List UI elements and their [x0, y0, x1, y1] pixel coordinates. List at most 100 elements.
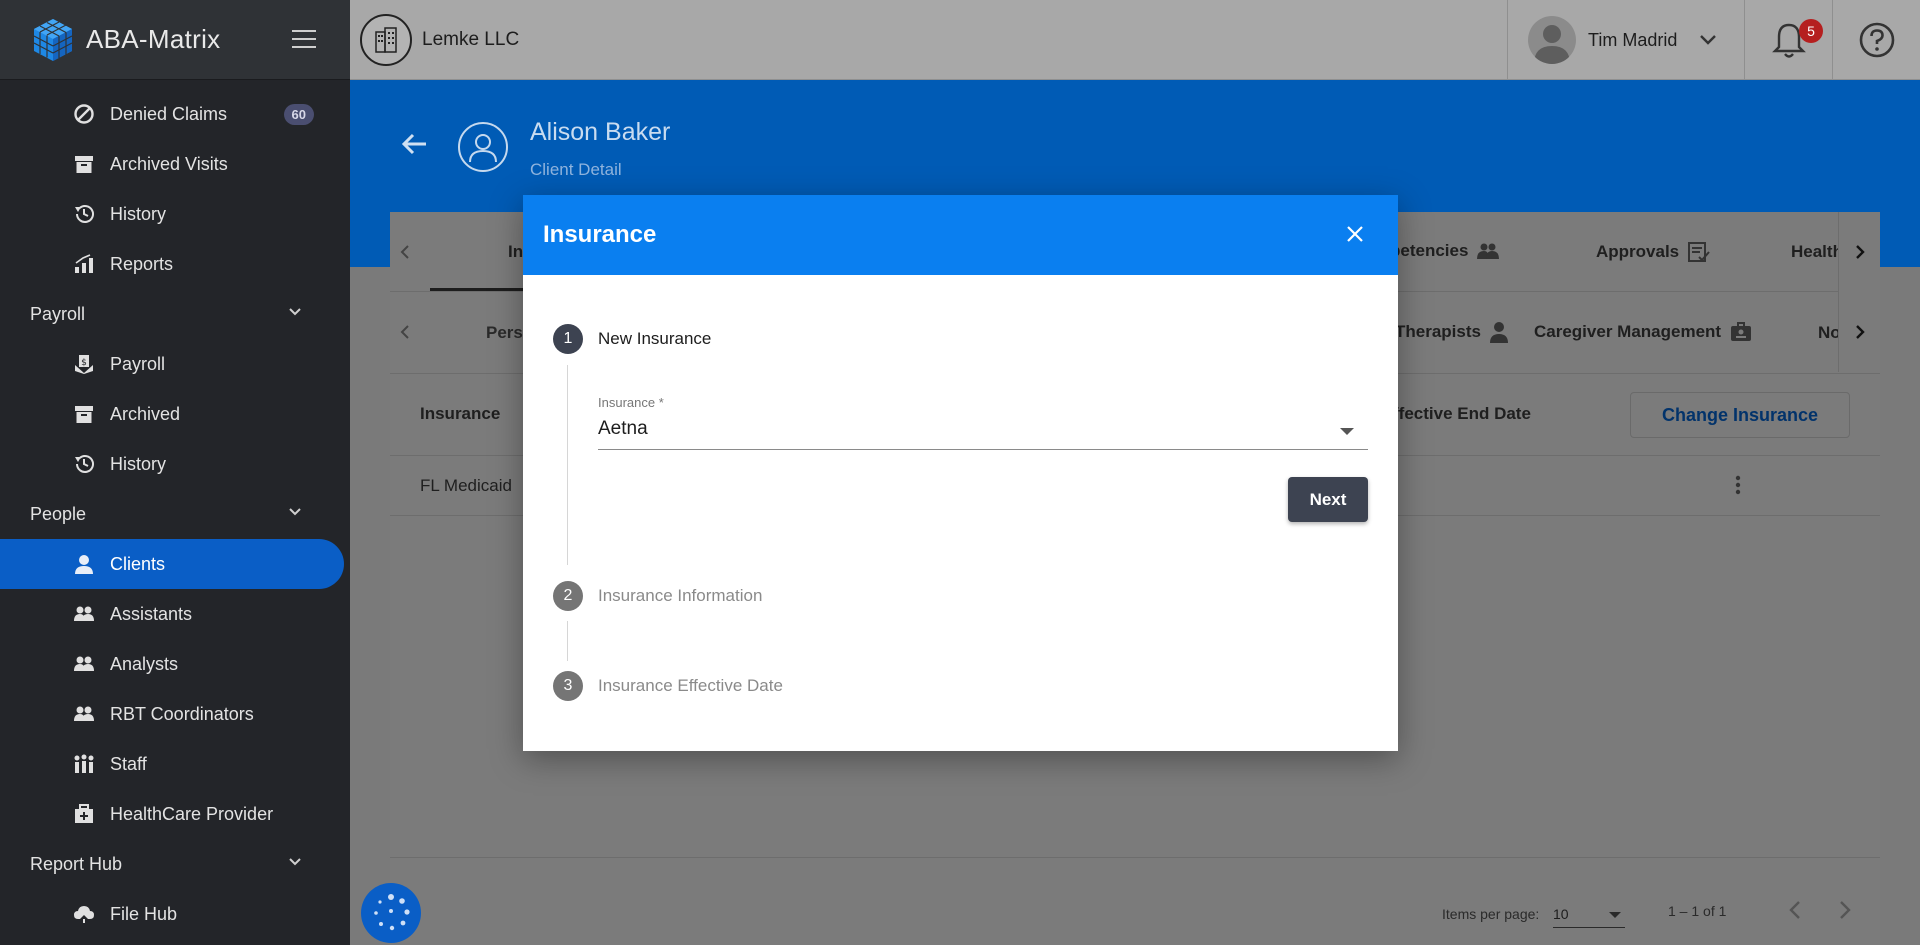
step-number: 3 — [553, 671, 583, 701]
insurance-select[interactable]: Aetna — [598, 418, 1368, 450]
sidebar-item-analysts[interactable]: Analysts — [0, 639, 350, 689]
dialog-title: Insurance — [543, 221, 657, 248]
sidebar-item-label: Reports — [110, 253, 174, 274]
page-range: 1 – 1 of 1 — [1668, 903, 1727, 919]
history-icon — [73, 203, 95, 225]
insurance-select-field: Insurance * Aetna — [598, 395, 1368, 450]
close-icon[interactable] — [1346, 225, 1364, 243]
menu-toggle-icon[interactable] — [292, 30, 316, 50]
cell-insurance: FL Medicaid — [420, 476, 512, 495]
sidebar-item-file-hub[interactable]: File Hub — [0, 889, 350, 939]
caret-down-icon — [1609, 912, 1621, 918]
tab-therapists[interactable]: Therapists — [1395, 321, 1509, 343]
step-label: New Insurance — [598, 329, 712, 348]
svg-text:$: $ — [81, 358, 87, 368]
tab-health[interactable]: Health — [1791, 242, 1843, 262]
tab-label: Health — [1791, 242, 1843, 261]
sidebar-item-label: Archived Visits — [110, 153, 228, 174]
person-icon — [1489, 322, 1508, 343]
sidebar-item-label: Assistants — [110, 603, 193, 624]
sidebar-item-staff[interactable]: Staff — [0, 739, 350, 789]
group-icon — [73, 653, 95, 675]
back-arrow-icon[interactable] — [400, 132, 428, 156]
group-icon — [1477, 243, 1500, 259]
floating-action-button[interactable] — [361, 883, 421, 943]
step-number: 2 — [553, 581, 583, 611]
previous-page-icon[interactable] — [1788, 900, 1802, 920]
caret-down-icon — [1340, 428, 1354, 435]
sidebar-item-archived[interactable]: Archived — [0, 389, 350, 439]
avatar — [1528, 16, 1576, 64]
page-size-select[interactable]: 10 — [1553, 898, 1625, 928]
user-menu[interactable]: Tim Madrid — [1507, 0, 1745, 80]
chevron-down-icon — [289, 308, 301, 316]
step-insurance-effective-date[interactable]: 3 Insurance Effective Date — [553, 671, 783, 701]
sidebar-item-denied-claims[interactable]: Denied Claims 60 — [0, 89, 350, 139]
loading-dots-icon — [374, 894, 410, 931]
sidebar-item-label: Staff — [110, 753, 147, 774]
paginator: Items per page: 10 1 – 1 of 1 — [390, 857, 1880, 945]
step-connector — [567, 621, 568, 661]
insurance-dialog: Insurance 1 New Insurance Insurance * Ae… — [523, 195, 1398, 751]
help-icon — [1859, 22, 1894, 58]
section-title: Report Hub — [30, 853, 123, 874]
more-vert-icon[interactable] — [1735, 474, 1741, 496]
tab-label: Therapists — [1395, 322, 1481, 341]
org-switcher[interactable]: Lemke LLC — [360, 14, 519, 66]
denied-claims-badge: 60 — [283, 103, 314, 125]
step-label: Insurance Information — [598, 586, 763, 605]
group-icon — [73, 703, 95, 725]
section-title: Payroll — [30, 303, 86, 324]
sidebar-item-label: Clients — [110, 553, 166, 574]
medical-kit-icon — [73, 803, 95, 825]
notifications-button[interactable]: 5 — [1745, 0, 1833, 80]
top-bar: Lemke LLC Tim Madrid 5 — [350, 0, 1920, 80]
payroll-icon: $ — [73, 353, 95, 375]
sidebar-item-label: Archived — [110, 403, 181, 424]
tab-scroll-right-button[interactable] — [1838, 212, 1880, 292]
archive-icon — [73, 153, 95, 175]
notification-badge: 5 — [1799, 19, 1823, 43]
sidebar-item-label: File Hub — [110, 903, 178, 924]
tab-insurance[interactable]: In — [508, 242, 523, 262]
sidebar-item-payroll[interactable]: $ Payroll — [0, 339, 350, 389]
tab-scroll-left-button[interactable] — [390, 212, 420, 292]
cloud-icon — [73, 903, 95, 925]
user-name: Tim Madrid — [1588, 29, 1678, 50]
chevron-down-icon — [289, 508, 301, 516]
tab-approvals[interactable]: Approvals — [1596, 241, 1711, 263]
sidebar-item-payroll-history[interactable]: History — [0, 439, 350, 489]
sidebar-item-rbt-coordinators[interactable]: RBT Coordinators — [0, 689, 350, 739]
step-label: Insurance Effective Date — [598, 676, 783, 695]
tab-caregiver-management[interactable]: Caregiver Management — [1534, 321, 1753, 343]
sidebar-item-healthcare-provider[interactable]: HealthCare Provider — [0, 789, 350, 839]
badge-icon — [1731, 322, 1752, 341]
help-button[interactable] — [1833, 0, 1920, 80]
sidebar: ABA-Matrix Denied Claims 60 Archived Vis… — [0, 0, 350, 945]
sidebar-item-label: History — [110, 453, 167, 474]
next-page-icon[interactable] — [1838, 900, 1852, 920]
tab-competencies[interactable]: petencies — [1390, 241, 1500, 261]
next-button[interactable]: Next — [1288, 477, 1368, 522]
page-size-value: 10 — [1553, 906, 1569, 922]
sidebar-item-clients[interactable]: Clients — [0, 539, 344, 589]
chevron-down-icon — [289, 858, 301, 866]
archive-icon — [73, 403, 95, 425]
sidebar-section-report-hub[interactable]: Report Hub — [0, 839, 350, 889]
client-name: Alison Baker — [530, 118, 671, 146]
sidebar-section-people[interactable]: People — [0, 489, 350, 539]
sidebar-item-label: HealthCare Provider — [110, 803, 274, 824]
change-insurance-button[interactable]: Change Insurance — [1630, 392, 1850, 438]
approvals-icon — [1688, 242, 1710, 262]
tab-scroll-right-button[interactable] — [1838, 292, 1880, 372]
sidebar-item-archived-visits[interactable]: Archived Visits — [0, 139, 350, 189]
tab-scroll-left-button[interactable] — [390, 292, 420, 372]
step-new-insurance[interactable]: 1 New Insurance — [553, 324, 711, 354]
insurance-field-label: Insurance * — [598, 395, 664, 410]
org-name: Lemke LLC — [422, 29, 520, 50]
sidebar-item-assistants[interactable]: Assistants — [0, 589, 350, 639]
sidebar-item-reports[interactable]: Reports — [0, 239, 350, 289]
sidebar-item-history[interactable]: History — [0, 189, 350, 239]
sidebar-section-payroll[interactable]: Payroll — [0, 289, 350, 339]
step-insurance-information[interactable]: 2 Insurance Information — [553, 581, 762, 611]
